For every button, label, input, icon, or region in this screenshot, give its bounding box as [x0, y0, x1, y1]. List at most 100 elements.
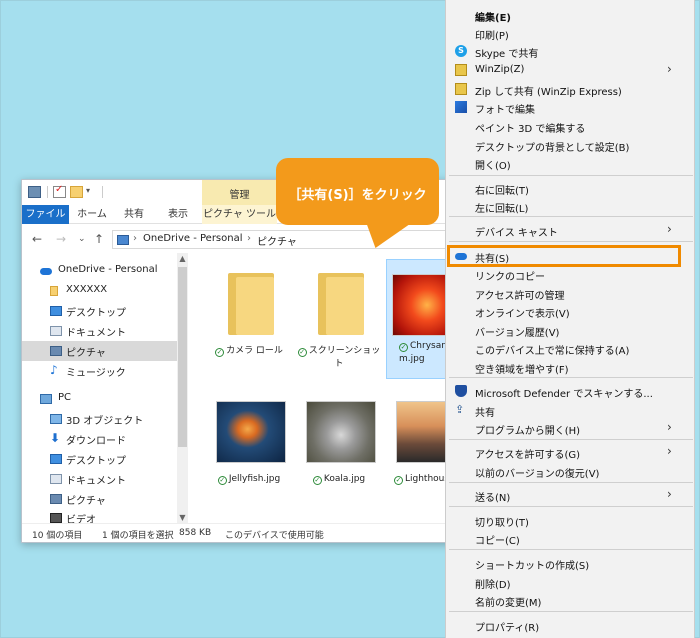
menu-item-version-history[interactable]: バージョン履歴(V) [446, 321, 694, 340]
scroll-thumb[interactable] [178, 267, 187, 447]
menu-item-copy[interactable]: コピー(C) [446, 529, 694, 548]
folder-tile-screenshots[interactable]: ✓ スクリーンショット [296, 259, 382, 379]
submenu-arrow-icon: › [667, 444, 672, 458]
file-tile-lighthouse[interactable]: ✓ Lighthous [386, 387, 452, 507]
menu-item-open-with[interactable]: プログラムから開く(H) › [446, 419, 694, 438]
nav-item-pc[interactable]: PC [22, 389, 177, 409]
menu-item-rotate-left[interactable]: 左に回転(L) [446, 197, 694, 216]
scroll-down-icon[interactable]: ▼ [178, 513, 187, 522]
menu-item-view-online[interactable]: オンラインで表示(V) [446, 302, 694, 321]
menu-item-rename[interactable]: 名前の変更(M) [446, 591, 694, 610]
nav-item-xxxxxx[interactable]: XXXXXX [22, 281, 177, 301]
menu-item-rotate-right[interactable]: 右に回転(T) [446, 179, 694, 198]
nav-label: PC [58, 392, 72, 403]
nav-item-pictures[interactable]: ピクチャ [22, 341, 177, 361]
window-icon [28, 186, 41, 198]
nav-item-desktop-pc[interactable]: デスクトップ [22, 449, 177, 469]
navigation-pane: OneDrive - Personal XXXXXX デスクトップ ドキュメント… [22, 253, 188, 526]
menu-item-restore-versions[interactable]: 以前のバージョンの復元(V) [446, 462, 694, 481]
tab-view[interactable]: 表示 [158, 205, 198, 224]
nav-item-music[interactable]: ♪ ミュージック [22, 361, 177, 381]
new-folder-icon[interactable] [70, 186, 83, 198]
toolbar-divider [47, 186, 48, 198]
menu-item-free-space[interactable]: 空き領域を増やす(F) [446, 358, 694, 377]
menu-item-print[interactable]: 印刷(P) [446, 24, 694, 43]
tab-picture-tools[interactable]: ピクチャ ツール [202, 205, 277, 224]
folder-tile-camera-roll[interactable]: ✓ カメラ ロール [206, 259, 292, 379]
scroll-up-icon[interactable]: ▲ [178, 254, 187, 263]
file-tile-koala[interactable]: ✓ Koala.jpg [296, 387, 382, 507]
selection-size: 858 KB [179, 528, 212, 538]
up-arrow-icon[interactable]: ↑ [94, 232, 104, 246]
file-label: ✓ Jellyfish.jpg [217, 474, 281, 485]
synced-check-icon: ✓ [297, 348, 307, 357]
menu-item-always-keep[interactable]: このデバイス上で常に保持する(A) [446, 339, 694, 358]
file-label: ✓ スクリーンショット [297, 346, 381, 369]
file-tile-jellyfish[interactable]: ✓ Jellyfish.jpg [206, 387, 292, 507]
desktop-icon [50, 306, 62, 316]
customize-toolbar-icon[interactable]: ▾ [86, 186, 94, 198]
recent-chevron-icon[interactable]: ⌄ [78, 234, 86, 244]
selection-count: 1 個の項目を選択 [102, 531, 174, 541]
documents-icon [50, 326, 62, 336]
menu-item-set-background[interactable]: デスクトップの背景として設定(B) [446, 136, 694, 155]
menu-item-create-shortcut[interactable]: ショートカットの作成(S) [446, 554, 694, 573]
nav-item-desktop[interactable]: デスクトップ [22, 301, 177, 321]
nav-item-pictures-pc[interactable]: ピクチャ [22, 489, 177, 509]
menu-item-paint3d[interactable]: ペイント 3D で編集する [446, 117, 694, 136]
submenu-arrow-icon: › [667, 420, 672, 434]
nav-label: ピクチャ [66, 348, 106, 359]
menu-item-photo-edit[interactable]: フォトで編集 [446, 98, 694, 117]
tab-file[interactable]: ファイル [22, 205, 69, 224]
menu-item-give-access[interactable]: アクセスを許可する(G) › [446, 443, 694, 462]
share-icon: ⇪ [455, 403, 465, 416]
manage-tab[interactable]: 管理 [202, 186, 277, 201]
shield-icon [455, 385, 467, 397]
callout-text: ［共有(S)］をクリック [288, 188, 427, 203]
nav-label: ドキュメント [66, 328, 126, 339]
back-arrow-icon[interactable]: ← [32, 232, 42, 246]
forward-arrow-icon[interactable]: → [56, 232, 66, 246]
koala-thumbnail [306, 401, 376, 463]
menu-item-delete[interactable]: 削除(D) [446, 573, 694, 592]
menu-item-cut[interactable]: 切り取り(T) [446, 511, 694, 530]
music-note-icon: ♪ [50, 363, 58, 377]
menu-item-properties[interactable]: プロパティ(R) [446, 616, 694, 635]
nav-scrollbar[interactable]: ▲ ▼ [177, 253, 188, 523]
submenu-arrow-icon: › [667, 222, 672, 236]
menu-item-manage-access[interactable]: アクセス許可の管理 [446, 284, 694, 303]
download-arrow-icon: ⬇ [50, 431, 61, 445]
tab-share[interactable]: 共有 [114, 205, 154, 224]
menu-item-share[interactable]: ⇪ 共有 [446, 401, 694, 420]
menu-item-send-to[interactable]: 送る(N) › [446, 486, 694, 505]
nav-item-3d-objects[interactable]: 3D オブジェクト [22, 409, 177, 429]
menu-item-cast[interactable]: デバイス キャスト › [446, 221, 694, 240]
menu-item-defender[interactable]: Microsoft Defender でスキャンする... [446, 382, 694, 401]
item-count: 10 個の項目 [32, 531, 83, 541]
nav-item-onedrive[interactable]: OneDrive - Personal [22, 261, 177, 281]
nav-item-documents-pc[interactable]: ドキュメント [22, 469, 177, 489]
menu-item-open[interactable]: 開く(O) [446, 154, 694, 173]
path-segment-onedrive[interactable]: OneDrive - Personal [143, 233, 243, 244]
menu-item-edit[interactable]: 編集(E) [446, 6, 694, 25]
nav-label: ミュージック [66, 368, 126, 379]
file-tile-chrysanthemum[interactable]: ✓Chrysanthem.jpg [386, 259, 452, 379]
menu-item-zip-share[interactable]: Zip して共有 (WinZip Express) [446, 80, 694, 99]
menu-item-winzip[interactable]: WinZip(Z) › [446, 61, 694, 80]
menu-item-skype-share[interactable]: S Skype で共有 [446, 42, 694, 61]
nav-label: デスクトップ [66, 456, 126, 467]
path-segment-pictures[interactable]: ピクチャ [257, 233, 297, 248]
menu-separator [449, 549, 693, 550]
folder-icon [228, 273, 274, 335]
properties-icon[interactable]: ✓ [53, 184, 66, 198]
menu-item-copy-link[interactable]: リンクのコピー [446, 265, 694, 284]
nav-label: ドキュメント [66, 476, 126, 487]
menu-separator [449, 439, 693, 440]
file-label: ✓ Koala.jpg [312, 474, 366, 485]
file-list: ✓カメラ ロール ✓スクリーンショット ✓Chrysanthem.jpg ✓Je… [190, 253, 452, 523]
video-icon [50, 513, 62, 523]
nav-item-downloads[interactable]: ⬇ ダウンロード [22, 429, 177, 449]
tab-home[interactable]: ホーム [72, 205, 112, 224]
folder-icon [318, 273, 364, 335]
nav-item-documents[interactable]: ドキュメント [22, 321, 177, 341]
